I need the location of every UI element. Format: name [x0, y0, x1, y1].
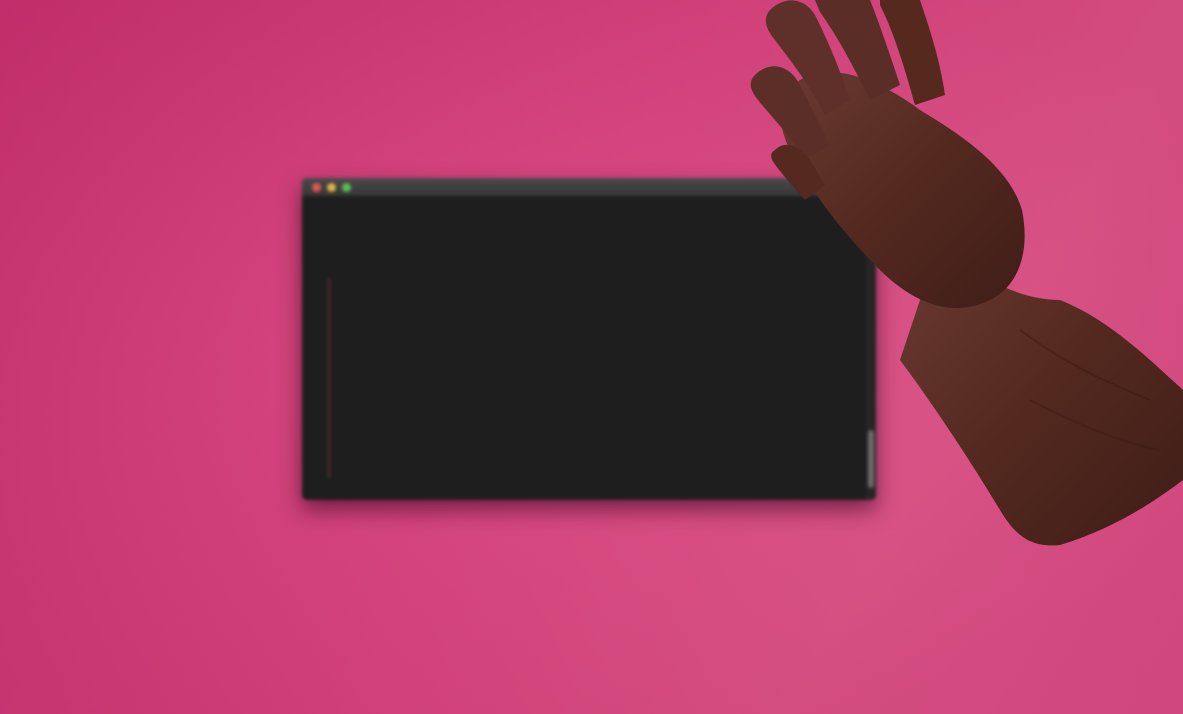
hand-icon [750, 0, 1183, 546]
terminal-cursor-column [328, 278, 330, 478]
maximize-window-button[interactable] [342, 183, 351, 192]
minimize-window-button[interactable] [327, 183, 336, 192]
close-window-button[interactable] [312, 183, 321, 192]
